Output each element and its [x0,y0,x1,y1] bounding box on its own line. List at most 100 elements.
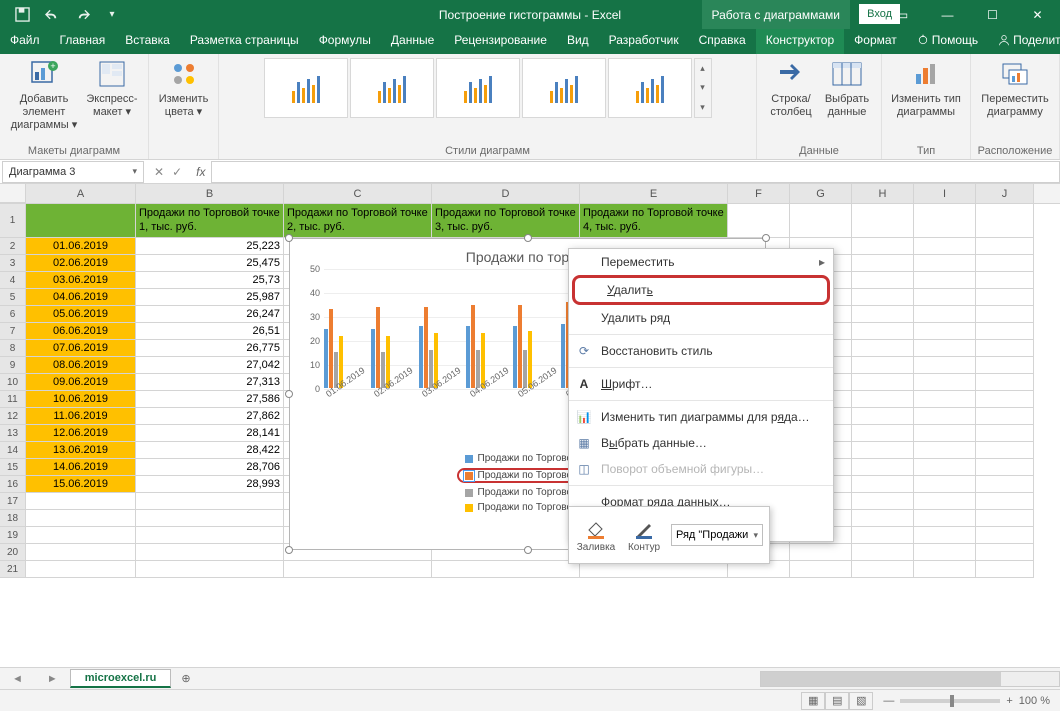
header-cell[interactable]: Продажи по Торговой точке 1, тыс. руб. [136,204,284,238]
move-chart-button[interactable]: Переместить диаграмму [977,58,1053,119]
cell[interactable] [852,289,914,306]
cell[interactable] [914,204,976,238]
change-type-button[interactable]: Изменить тип диаграммы [888,58,964,119]
col-header[interactable]: I [914,184,976,203]
col-header[interactable]: A [26,184,136,203]
cell[interactable] [136,544,284,561]
cell[interactable] [914,527,976,544]
cell-date[interactable]: 14.06.2019 [26,459,136,476]
sheet-nav-next-icon[interactable]: ► [35,673,70,685]
cell-date[interactable]: 03.06.2019 [26,272,136,289]
tab-share[interactable]: Поделиться [988,29,1060,54]
pagelayout-view-icon[interactable]: ▤ [825,692,849,710]
cell[interactable] [852,272,914,289]
row-header[interactable]: 10 [0,374,26,391]
cell[interactable] [914,306,976,323]
tab-data[interactable]: Данные [381,29,444,54]
ctx-change-type[interactable]: 📊Изменить тип диаграммы для ряда… [569,404,833,430]
cell[interactable] [914,391,976,408]
cell[interactable] [914,289,976,306]
cell[interactable]: 25,223 [136,238,284,255]
cell[interactable]: 25,987 [136,289,284,306]
cell[interactable] [852,255,914,272]
outline-button[interactable]: Контур [623,518,665,553]
row-header[interactable]: 18 [0,510,26,527]
view-buttons[interactable]: ▦ ▤ ▧ [801,692,873,710]
row-header[interactable]: 14 [0,442,26,459]
cell[interactable] [914,459,976,476]
tab-view[interactable]: Вид [557,29,599,54]
row-header[interactable]: 17 [0,493,26,510]
cell[interactable] [852,561,914,578]
cell[interactable] [976,527,1034,544]
cell[interactable] [976,272,1034,289]
series-combo[interactable]: Ряд "Продажи [671,524,763,546]
cell[interactable] [976,238,1034,255]
cell[interactable] [976,510,1034,527]
col-header[interactable]: F [728,184,790,203]
pagebreak-view-icon[interactable]: ▧ [849,692,873,710]
gallery-more-button[interactable]: ▴▾▾ [694,58,712,118]
save-icon[interactable] [14,7,30,23]
add-sheet-button[interactable]: ⊕ [171,672,200,685]
name-box[interactable]: Диаграмма 3 [2,161,144,183]
cell[interactable] [852,238,914,255]
tab-help[interactable]: Справка [689,29,756,54]
row-header[interactable]: 8 [0,340,26,357]
cell-date[interactable]: 01.06.2019 [26,238,136,255]
cell[interactable] [852,391,914,408]
cell[interactable] [852,357,914,374]
cell[interactable] [852,527,914,544]
cell[interactable] [976,442,1034,459]
cell[interactable] [976,391,1034,408]
cell[interactable] [976,425,1034,442]
header-cell[interactable]: Продажи по Торговой точке 2, тыс. руб. [284,204,432,238]
cell[interactable] [976,476,1034,493]
ctx-delete[interactable]: Удалить [572,275,830,305]
add-chart-element-button[interactable]: + Добавить элемент диаграммы ▾ [6,58,82,133]
cell[interactable] [914,323,976,340]
cell[interactable] [136,561,284,578]
cell[interactable] [976,255,1034,272]
cell[interactable] [26,493,136,510]
cell[interactable]: 25,475 [136,255,284,272]
mini-toolbar[interactable]: Заливка Контур Ряд "Продажи [568,506,770,564]
cell[interactable]: 26,247 [136,306,284,323]
row-header[interactable]: 2 [0,238,26,255]
cell[interactable] [852,374,914,391]
cell[interactable] [852,408,914,425]
tab-tellme[interactable]: Помощь [907,29,988,54]
cell[interactable]: 27,042 [136,357,284,374]
cell[interactable] [914,476,976,493]
select-all-corner[interactable] [0,184,26,203]
tab-formulas[interactable]: Формулы [309,29,381,54]
header-cell[interactable] [26,204,136,238]
cell[interactable] [852,323,914,340]
cell[interactable] [852,340,914,357]
ctx-font[interactable]: AШрифт… [569,371,833,397]
cell[interactable] [852,544,914,561]
cell[interactable] [976,408,1034,425]
cell[interactable] [914,425,976,442]
cell[interactable] [914,561,976,578]
row-header[interactable]: 6 [0,306,26,323]
cell-date[interactable]: 04.06.2019 [26,289,136,306]
ctx-move[interactable]: Переместить [569,249,833,275]
ctx-delete-series[interactable]: Удалить ряд [569,305,833,331]
change-colors-button[interactable]: Изменить цвета ▾ [154,58,214,119]
cell[interactable] [852,425,914,442]
cell[interactable]: 26,51 [136,323,284,340]
cell[interactable] [136,510,284,527]
chart-styles-gallery[interactable]: ▴▾▾ [264,58,712,118]
fill-button[interactable]: Заливка [575,518,617,553]
close-icon[interactable]: ✕ [1015,0,1060,29]
tab-developer[interactable]: Разработчик [599,29,689,54]
cell[interactable]: 28,422 [136,442,284,459]
zoom-in-icon[interactable]: + [1006,695,1012,707]
cell-date[interactable]: 06.06.2019 [26,323,136,340]
context-menu[interactable]: Переместить Удалить Удалить ряд ⟳Восстан… [568,248,834,542]
cell[interactable] [914,340,976,357]
row-header[interactable]: 5 [0,289,26,306]
sheet-tab[interactable]: microexcel.ru [70,669,172,688]
row-header[interactable]: 9 [0,357,26,374]
